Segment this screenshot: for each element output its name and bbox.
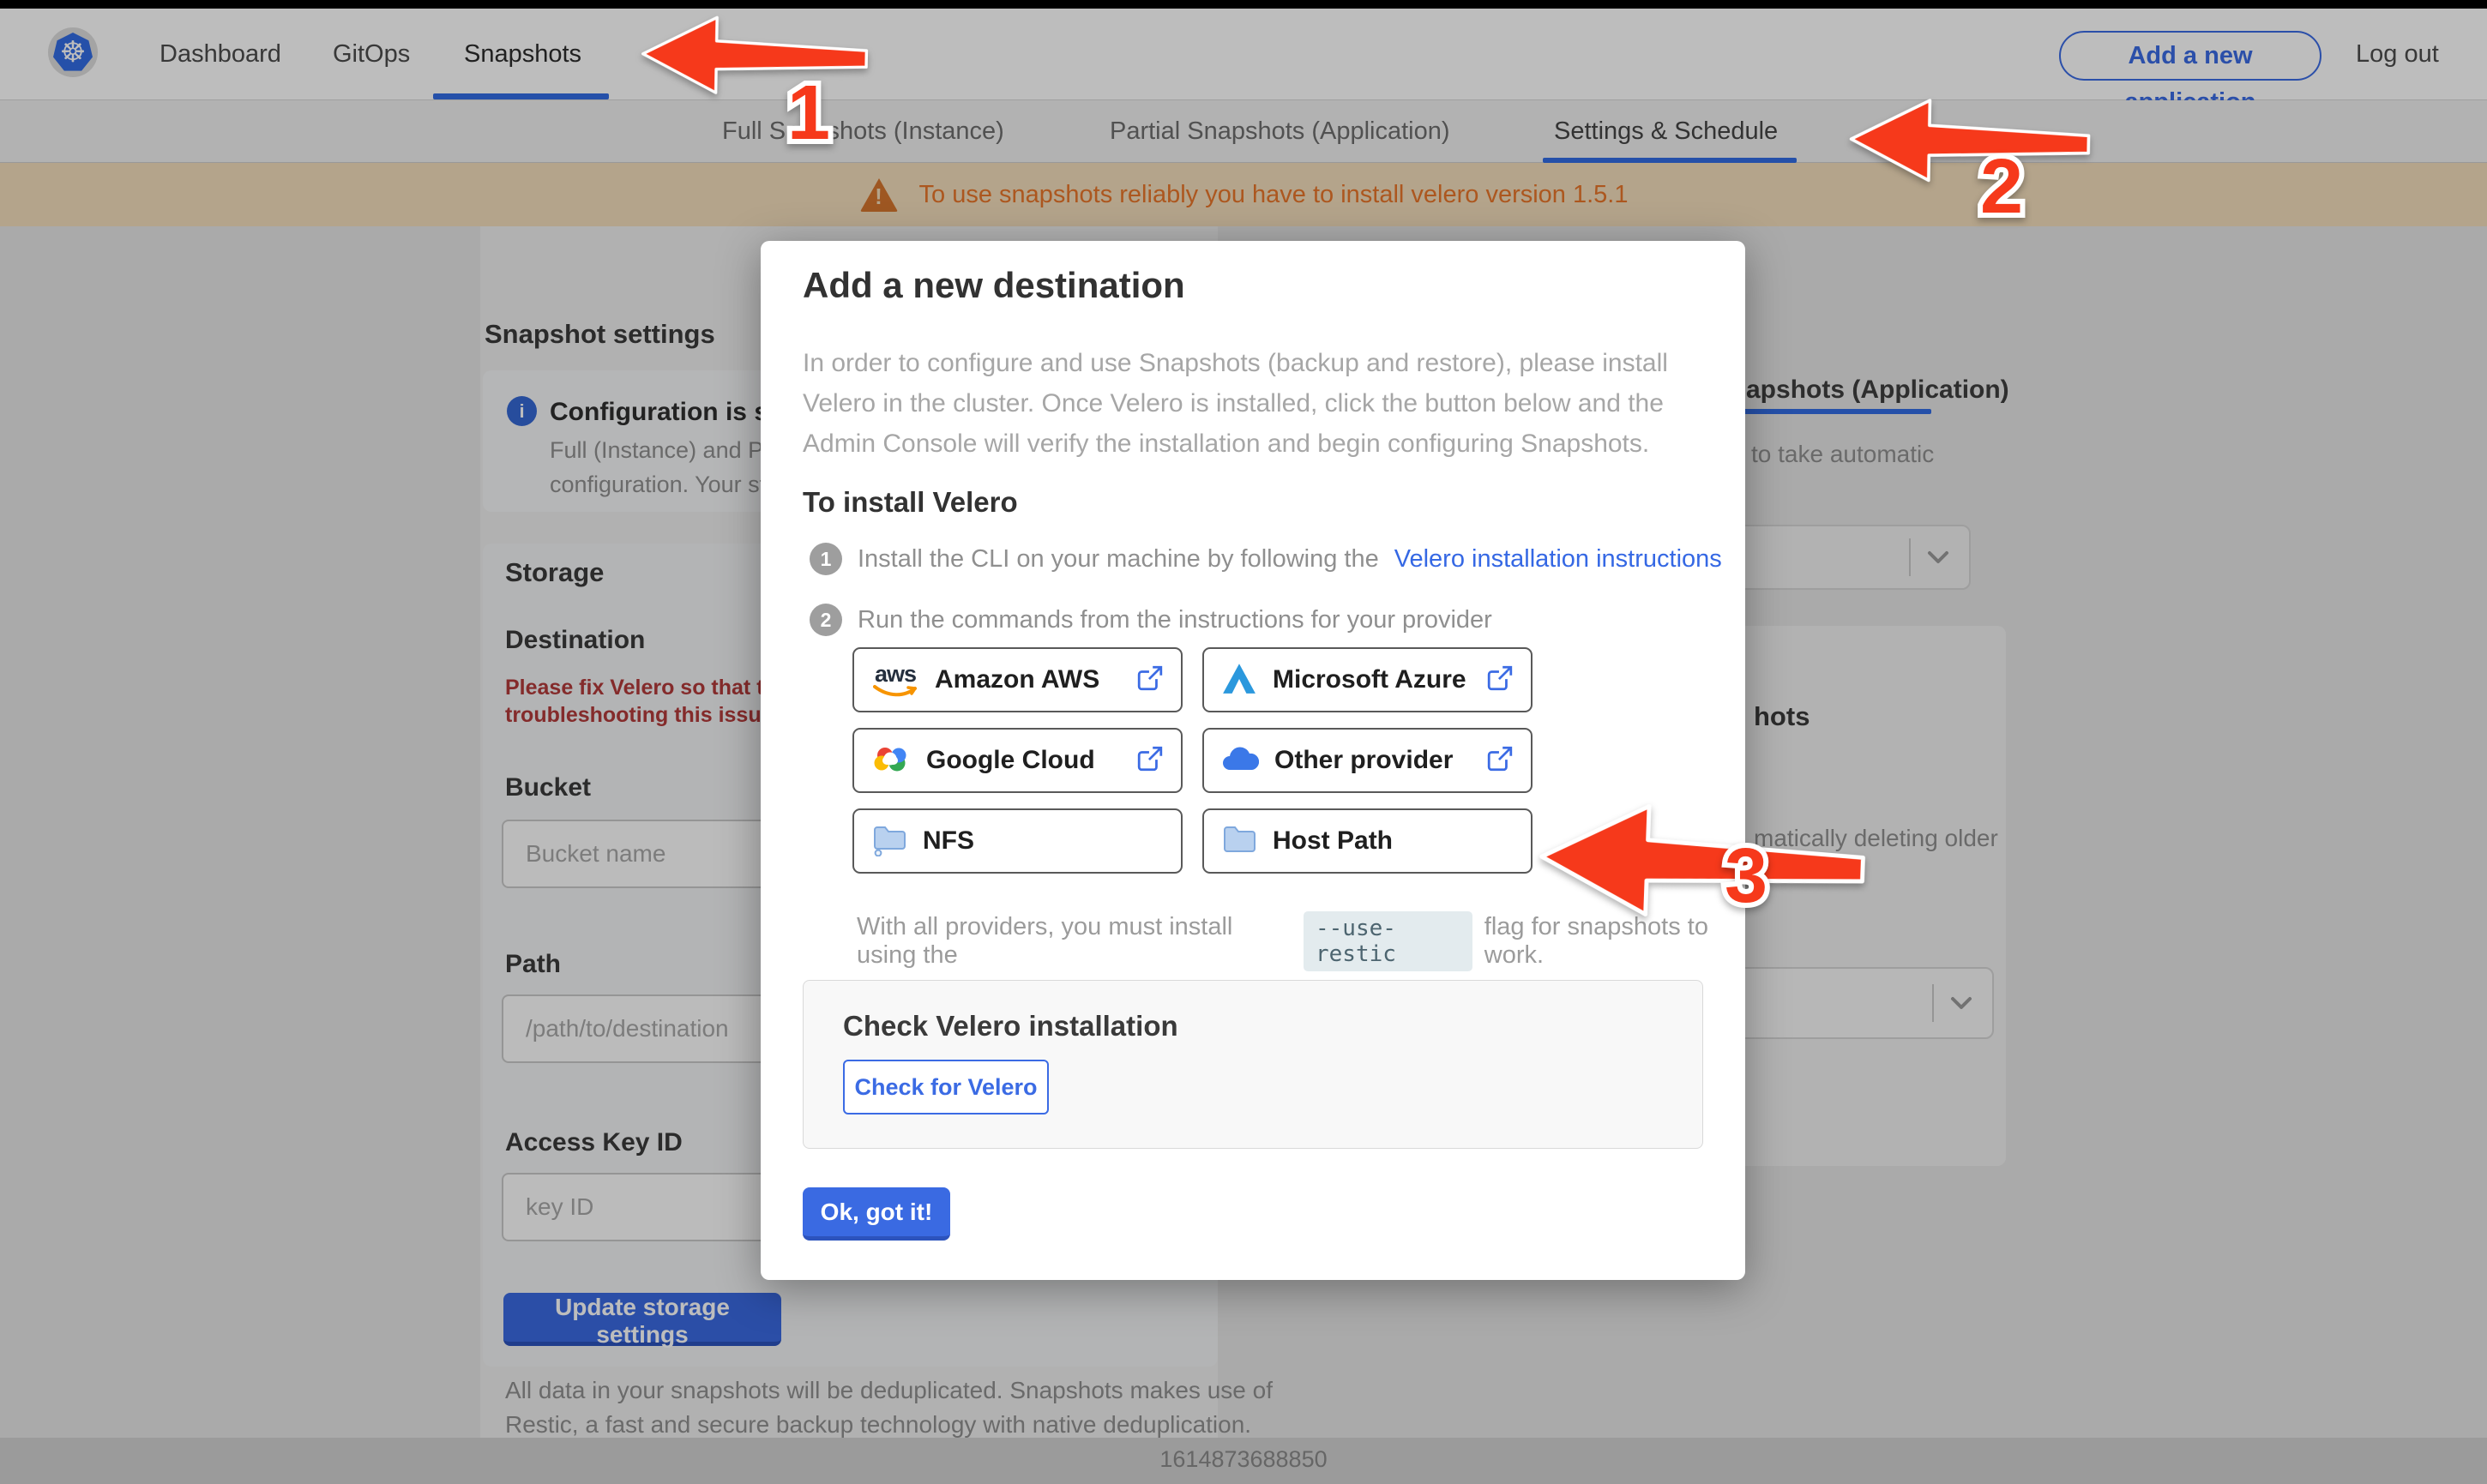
- google-cloud-icon: [871, 742, 911, 779]
- add-destination-modal: Add a new destination In order to config…: [761, 241, 1745, 1280]
- external-link-icon: [1486, 664, 1514, 696]
- step-1-text: Install the CLI on your machine by follo…: [858, 544, 1379, 573]
- modal-description-line3: Admin Console will verify the installati…: [803, 430, 1650, 458]
- nfs-folder-icon: [871, 822, 907, 861]
- provider-label: NFS: [923, 826, 974, 855]
- velero-instructions-link[interactable]: Velero installation instructions: [1394, 545, 1722, 574]
- restic-prefix: With all providers, you must install usi…: [857, 913, 1233, 969]
- provider-other[interactable]: Other provider: [1202, 728, 1533, 793]
- provider-label: Microsoft Azure: [1273, 665, 1466, 694]
- svg-text:3: 3: [1725, 833, 1767, 916]
- annotation-arrow-3: [1539, 803, 1865, 916]
- kots-admin-console: ☸ Dashboard GitOps Snapshots Add a new a…: [0, 0, 2487, 1484]
- check-velero-card: Check Velero installation Check for Vele…: [803, 980, 1703, 1149]
- svg-text:1: 1: [787, 70, 830, 153]
- provider-label: Google Cloud: [926, 746, 1095, 774]
- cloud-icon: [1221, 745, 1260, 777]
- provider-amazon-aws[interactable]: aws Amazon AWS: [852, 647, 1183, 712]
- provider-label: Other provider: [1274, 746, 1454, 774]
- annotation-number-3: 3: [1719, 830, 1773, 916]
- restic-note: With all providers, you must install usi…: [857, 911, 1745, 971]
- provider-nfs[interactable]: NFS: [852, 808, 1183, 874]
- install-step-2: 2 Run the commands from the instructions…: [810, 604, 1492, 636]
- install-step-1: 1 Install the CLI on your machine by fol…: [810, 543, 1722, 575]
- svg-text:2: 2: [1980, 144, 2023, 226]
- provider-host-path[interactable]: Host Path: [1202, 808, 1533, 874]
- external-link-icon: [1136, 664, 1164, 696]
- aws-wordmark: aws: [874, 660, 917, 687]
- modal-description-line1: In order to configure and use Snapshots …: [803, 349, 1668, 377]
- modal-title: Add a new destination: [803, 265, 1185, 305]
- provider-label: Host Path: [1273, 826, 1394, 855]
- external-link-icon: [1136, 745, 1164, 777]
- modal-description-line2: Velero in the cluster. Once Velero is in…: [803, 389, 1664, 418]
- provider-label: Amazon AWS: [935, 665, 1100, 694]
- annotation-number-1: 1: [782, 67, 835, 153]
- step-2-badge: 2: [810, 604, 842, 636]
- azure-icon: [1221, 660, 1257, 700]
- provider-microsoft-azure[interactable]: Microsoft Azure: [1202, 647, 1533, 712]
- restic-flag-code: --use-restic: [1303, 911, 1472, 971]
- provider-google-cloud[interactable]: Google Cloud: [852, 728, 1183, 793]
- aws-icon: aws: [871, 660, 919, 697]
- check-velero-title: Check Velero installation: [843, 1010, 1178, 1042]
- step-1-badge: 1: [810, 543, 842, 575]
- step-2-text: Run the commands from the instructions f…: [858, 605, 1492, 634]
- annotation-arrow-1: [641, 15, 869, 94]
- external-link-icon: [1486, 745, 1514, 777]
- install-velero-heading: To install Velero: [803, 486, 1018, 518]
- ok-got-it-button[interactable]: Ok, got it!: [803, 1187, 950, 1241]
- host-path-folder-icon: [1221, 824, 1257, 859]
- check-for-velero-button[interactable]: Check for Velero: [843, 1060, 1049, 1115]
- annotation-number-2: 2: [1975, 141, 2028, 226]
- provider-grid: aws Amazon AWS Microsoft Azure Google Cl…: [852, 647, 1533, 874]
